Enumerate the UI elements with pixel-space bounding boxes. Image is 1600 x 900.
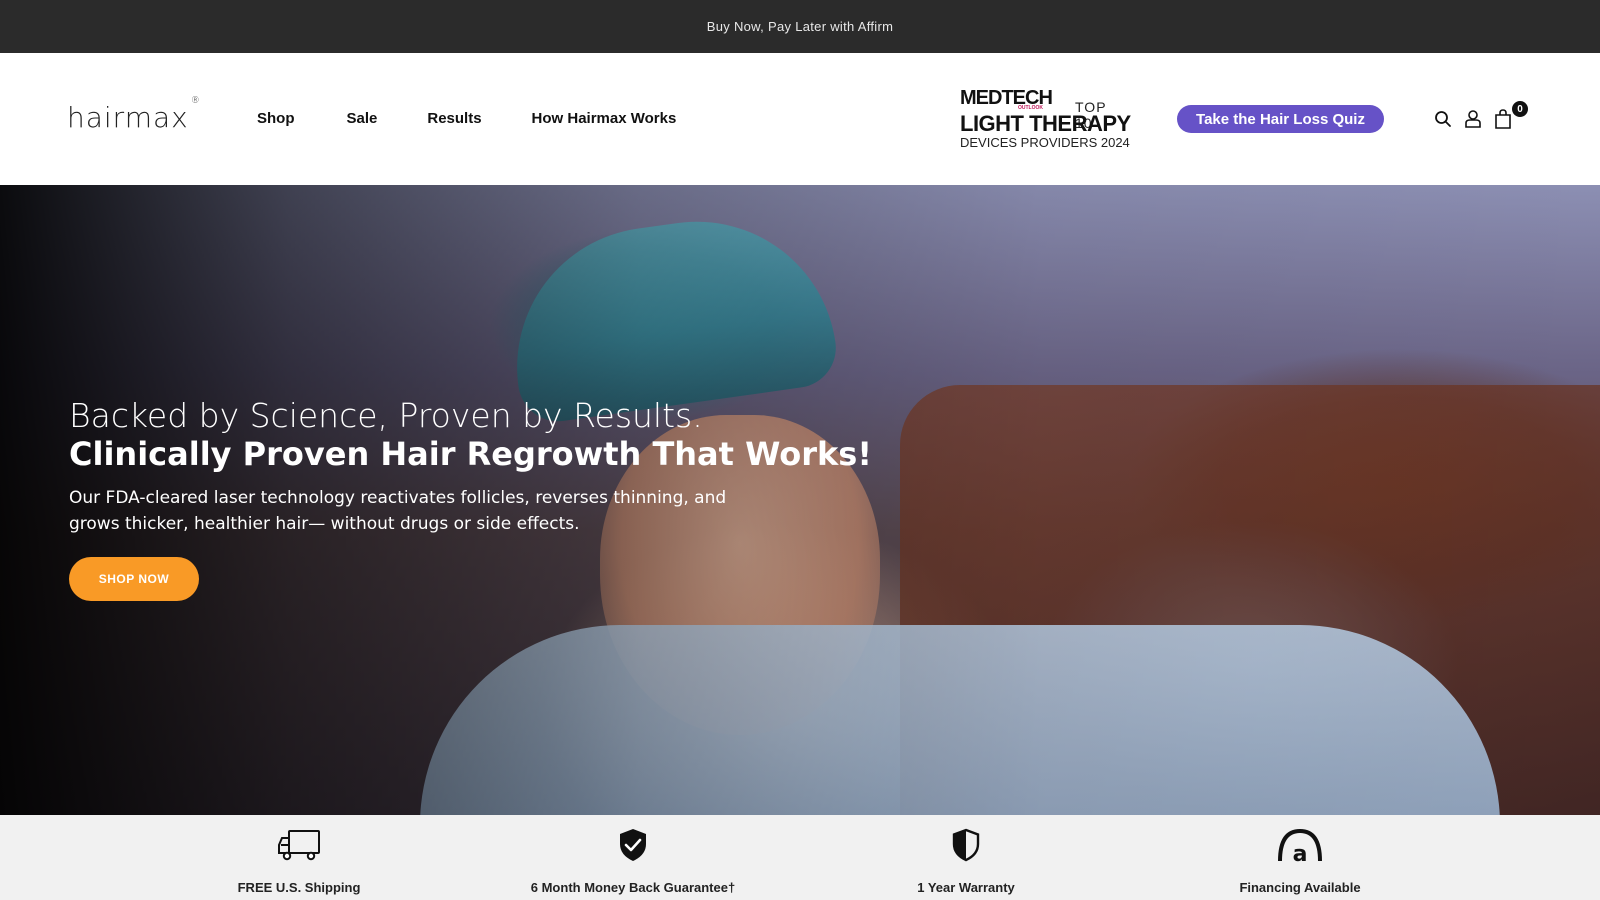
shop-now-button[interactable]: SHOP NOW — [69, 557, 199, 601]
hairmax-logo[interactable]: hairmax® — [67, 96, 201, 134]
feature-label: Financing Available — [1239, 880, 1361, 895]
announcement-text[interactable]: Buy Now, Pay Later with Affirm — [707, 19, 894, 34]
feature-label: FREE U.S. Shipping — [237, 880, 361, 895]
nav-results[interactable]: Results — [427, 110, 481, 127]
hero-headline-2: Clinically Proven Hair Regrowth That Wor… — [69, 435, 872, 473]
truck-icon — [275, 827, 323, 863]
search-icon[interactable] — [1432, 108, 1454, 130]
hero-text-block: Backed by Science, Proven by Results. Cl… — [69, 397, 929, 537]
main-nav: Shop Sale Results How Hairmax Works — [257, 110, 676, 127]
features-bar: FREE U.S. Shipping 6 Month Money Back Gu… — [0, 815, 1600, 900]
shield-check-icon — [609, 827, 657, 863]
cart-count-badge: 0 — [1512, 101, 1528, 117]
hero-headline-1: Backed by Science, Proven by Results. — [69, 396, 703, 435]
hero-banner: Backed by Science, Proven by Results. Cl… — [0, 185, 1600, 815]
feature-financing: a Financing Available — [1140, 815, 1460, 900]
hair-loss-quiz-button[interactable]: Take the Hair Loss Quiz — [1177, 105, 1384, 133]
feature-money-back: 6 Month Money Back Guarantee† — [473, 815, 793, 900]
feature-label: 6 Month Money Back Guarantee† — [530, 880, 736, 895]
nav-how-hairmax-works[interactable]: How Hairmax Works — [532, 110, 677, 127]
medtech-award-badge: MEDTECH OUTLOOK TOP 10 LIGHT THERAPY DEV… — [958, 87, 1131, 151]
affirm-icon: a — [1276, 827, 1324, 863]
announcement-bar: Buy Now, Pay Later with Affirm — [0, 0, 1600, 53]
shield-half-icon — [942, 827, 990, 863]
award-title: LIGHT THERAPY — [960, 111, 1131, 136]
svg-text:a: a — [1293, 842, 1308, 863]
feature-label: 1 Year Warranty — [917, 880, 1015, 895]
feature-warranty: 1 Year Warranty — [806, 815, 1126, 900]
cart-icon[interactable] — [1492, 108, 1514, 130]
nav-shop[interactable]: Shop — [257, 110, 295, 127]
award-subtitle: DEVICES PROVIDERS 2024 — [960, 135, 1130, 150]
hero-subtext: Our FDA-cleared laser technology reactiv… — [69, 488, 727, 534]
account-icon[interactable] — [1462, 108, 1484, 130]
nav-sale[interactable]: Sale — [347, 110, 378, 127]
feature-free-shipping: FREE U.S. Shipping — [139, 815, 459, 900]
